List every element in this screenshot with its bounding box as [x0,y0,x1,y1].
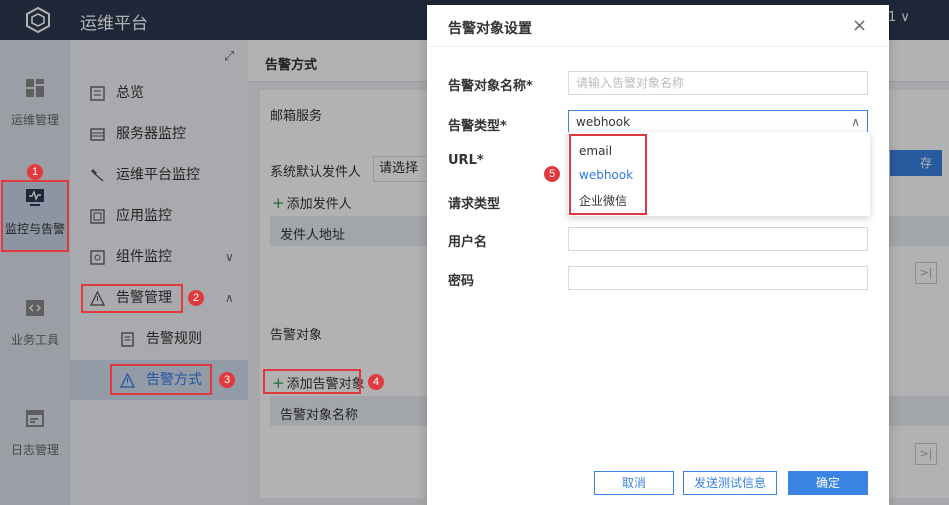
request-type-label: 请求类型 [448,197,501,212]
send-test-button[interactable]: 发送测试信息 [683,471,777,495]
dialog-title: 告警对象设置 [448,21,532,37]
password-label: 密码 [448,274,475,289]
username-label: 用户名 [448,235,488,250]
url-label: URL* [448,153,484,168]
alarm-type-value: webhook [576,115,631,129]
annotation-badge-1: 1 [27,164,43,180]
annotation-box-1 [1,180,69,252]
name-label: 告警对象名称* [448,79,533,94]
type-label: 告警类型* [448,119,507,134]
annotation-box-5 [569,134,647,215]
annotation-badge-3: 3 [219,372,235,388]
close-icon[interactable]: × [852,15,867,36]
annotation-box-2 [81,284,183,313]
dialog-header: 告警对象设置 × [427,5,889,47]
cancel-button[interactable]: 取消 [594,471,674,495]
annotation-badge-4: 4 [368,374,384,390]
alarm-type-select[interactable]: webhook ∧ [568,110,868,134]
password-input[interactable] [568,266,868,290]
chevron-up-icon: ∧ [851,115,860,129]
alarm-target-dialog: 告警对象设置 × 告警对象名称* 请输入告警对象名称 告警类型* webhook… [427,5,889,505]
annotation-box-4 [263,369,361,394]
annotation-badge-2: 2 [188,290,204,306]
confirm-button[interactable]: 确定 [788,471,868,495]
target-name-input[interactable]: 请输入告警对象名称 [568,71,868,95]
annotation-box-3 [110,364,212,395]
target-name-placeholder: 请输入告警对象名称 [576,76,685,90]
annotation-badge-5: 5 [544,166,560,182]
username-input[interactable] [568,227,868,251]
